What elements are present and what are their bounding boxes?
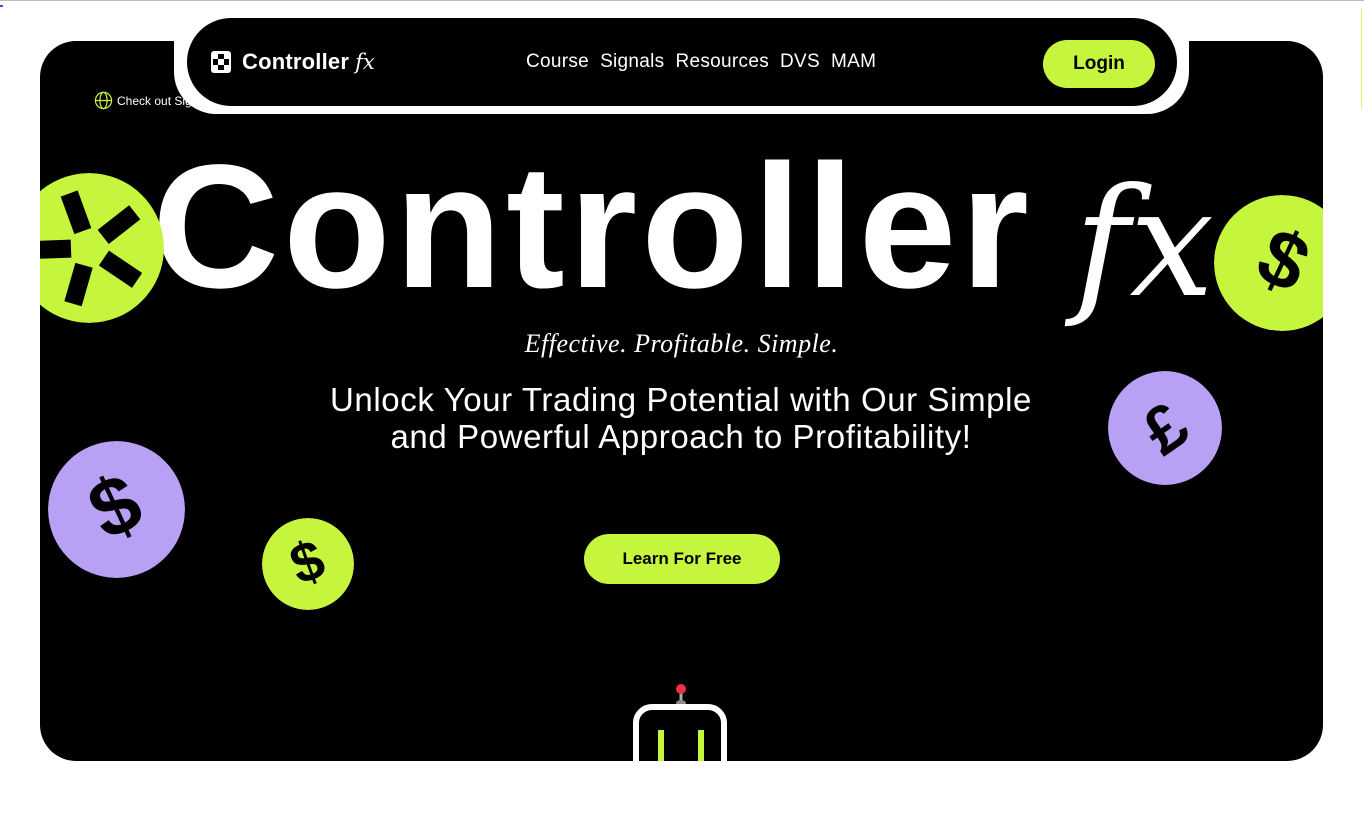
pound-coin-icon: £ (1108, 371, 1222, 485)
nav-link-dvs[interactable]: DVS (780, 51, 820, 73)
learn-for-free-button[interactable]: Learn For Free (584, 534, 780, 584)
brand-logo[interactable]: Controller fx (211, 49, 375, 75)
hero-tagline: Effective. Profitable. Simple. (524, 329, 839, 358)
login-button[interactable]: Login (1043, 40, 1155, 88)
star-coin-icon (40, 173, 164, 323)
brand-mark-icon (211, 51, 231, 73)
announcement-link[interactable]: Check out Sig (94, 91, 192, 110)
dollar-coin-icon: $ (1214, 195, 1323, 331)
hero-wordmark: Controller (152, 129, 1033, 325)
dollar-coin-icon: $ (262, 518, 354, 610)
globe-icon (94, 91, 113, 110)
nav-link-signals[interactable]: Signals (600, 51, 664, 73)
main-menu: Course Signals Resources DVS MAM (526, 51, 876, 73)
nav-link-resources[interactable]: Resources (675, 51, 769, 73)
nav-link-mam[interactable]: MAM (831, 51, 876, 73)
top-nav: Controller fx Course Signals Resources D… (187, 18, 1177, 106)
brand-suffix: fx (355, 50, 375, 74)
brand-name: Controller (242, 49, 350, 74)
headline-line-2: and Powerful Approach to Profitability! (390, 418, 972, 455)
corner-marker (0, 5, 3, 7)
hero-wordmark-fx: fx (1074, 157, 1215, 331)
hero-section: Check out Sig Controller fx $ £ $ $ Effe… (40, 41, 1323, 761)
top-border (0, 0, 1364, 1)
nav-link-course[interactable]: Course (526, 51, 589, 73)
robot-icon (633, 684, 727, 761)
hero-headline: Unlock Your Trading Potential with Our S… (281, 381, 1081, 455)
headline-line-1: Unlock Your Trading Potential with Our S… (329, 381, 1033, 418)
dollar-coin-icon: $ (48, 441, 185, 578)
